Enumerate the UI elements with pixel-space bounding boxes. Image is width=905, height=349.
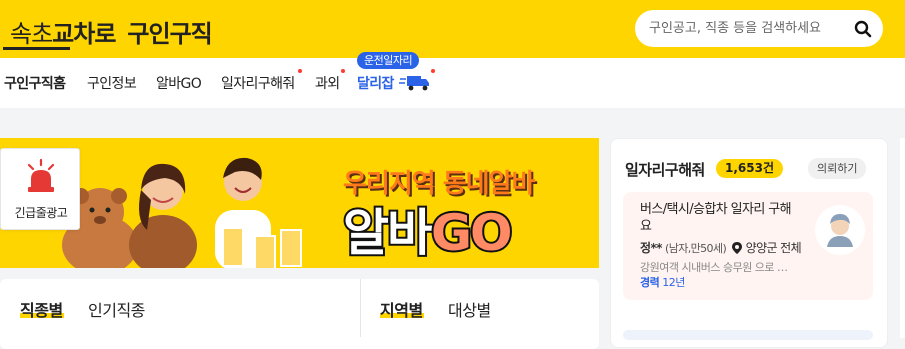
new-dot-icon (341, 69, 345, 73)
job-card-description: 강원여객 시내버스 승무원 으로 … (640, 261, 788, 274)
urgent-ad-label: 긴급줄광고 (14, 206, 68, 220)
job-card-experience: 경력 12년 (640, 274, 685, 290)
truck-icon (399, 76, 429, 91)
siren-icon (27, 159, 55, 192)
nav-item-home[interactable]: 구인구직홈 (4, 73, 66, 93)
nav-item-job-info[interactable]: 구인정보 (87, 73, 137, 93)
avatar (815, 205, 865, 255)
request-button[interactable]: 의뢰하기 (808, 158, 867, 179)
seeker-location: 양양군 전체 (745, 241, 802, 255)
user-avatar-icon (816, 206, 864, 254)
tab-by-occupation[interactable]: 직종별 (20, 297, 63, 321)
albago-banner[interactable]: 우리지역 동네알바 알바GO (0, 138, 599, 268)
experience-label: 경력 (640, 276, 660, 289)
new-dot-icon (431, 69, 435, 73)
banner-title-alba: 알바 (341, 202, 435, 264)
tab-by-region[interactable]: 지역별 (380, 297, 423, 321)
banner-illustration (62, 157, 302, 268)
adjacent-panel-edge (900, 138, 905, 338)
top-header: 속초 교차로 구인구직 (0, 0, 905, 58)
job-card-title: 버스/택시/승합차 일자리 구해요 (640, 202, 792, 234)
job-card-meta: 정** (남자,만50세) 양양군 전체 (640, 239, 802, 256)
logo-prefix: 속초 (10, 20, 53, 48)
banner-title: 알바GO (341, 193, 515, 265)
nav-item-albago[interactable]: 알바GO (156, 73, 202, 93)
nav-item-dalijob[interactable]: 달리잡 (357, 73, 394, 93)
search-input[interactable] (649, 21, 844, 36)
logo-brand: 교차로 (52, 20, 116, 48)
nav-item-tutoring[interactable]: 과외 (315, 73, 340, 93)
new-dot-icon (298, 69, 302, 73)
nav-active-indicator (3, 47, 70, 50)
tab-popular-occupation[interactable]: 인기직종 (88, 297, 145, 321)
count-badge: 1,653건 (716, 159, 783, 178)
banner-title-go: GO (429, 202, 515, 264)
urgent-ad-button[interactable]: 긴급줄광고 (0, 148, 80, 230)
divider (360, 279, 361, 337)
driving-job-badge: 운전일자리 (357, 52, 420, 69)
tab-by-target[interactable]: 대상별 (448, 297, 491, 321)
seeker-name: 정** (640, 241, 662, 255)
site-logo[interactable]: 속초 교차로 구인구직 (10, 14, 213, 48)
panel-title: 일자리구해줘 (625, 161, 705, 179)
location-pin-icon (732, 242, 743, 254)
experience-value: 12년 (662, 276, 685, 289)
nav-item-find-job[interactable]: 일자리구해줘 (221, 73, 295, 93)
seeker-info: (남자,만50세) (665, 242, 727, 255)
logo-suffix: 구인구직 (127, 20, 212, 48)
search-icon[interactable] (853, 19, 873, 39)
search-bar (635, 10, 883, 47)
next-card-preview (623, 330, 873, 340)
